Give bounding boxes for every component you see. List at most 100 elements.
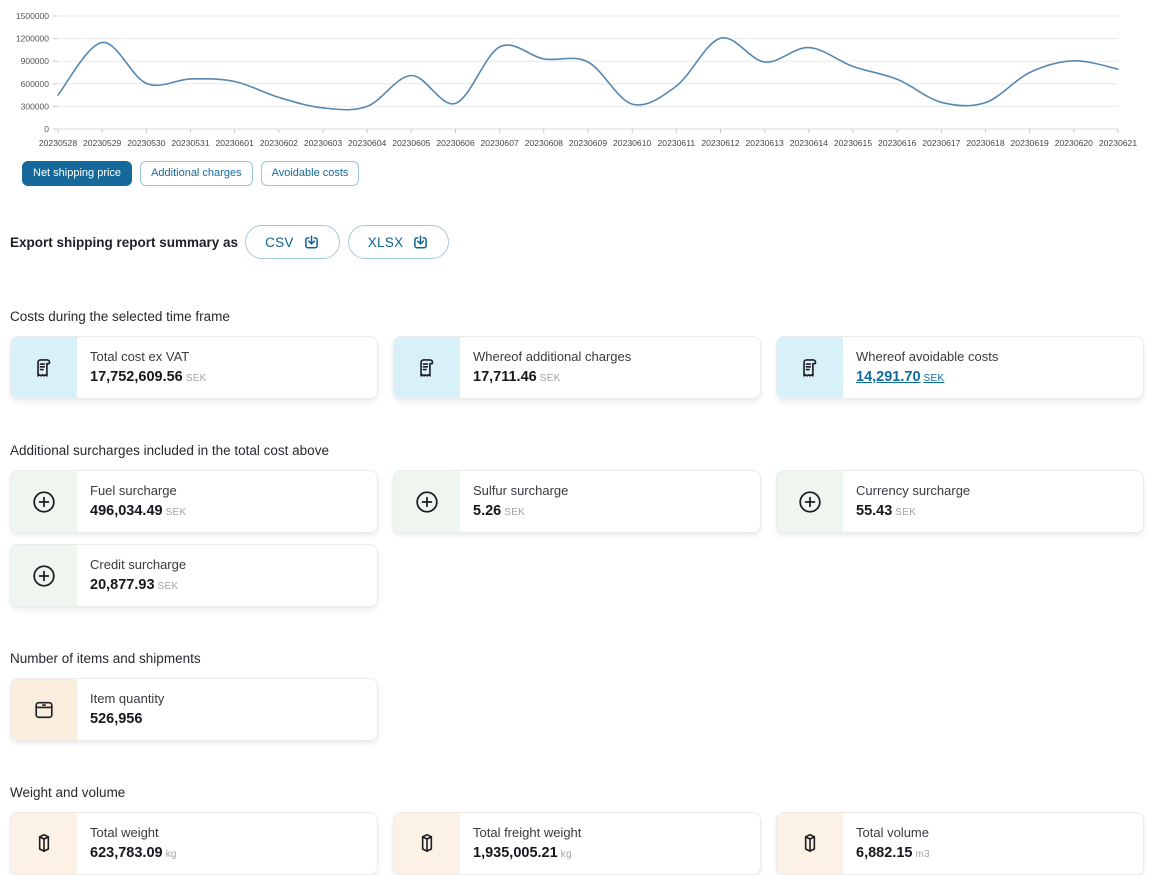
section-items: Number of items and shipments Item quant… xyxy=(10,651,1144,741)
card-value: 17,752,609.56SEK xyxy=(90,369,207,385)
receipt-icon xyxy=(11,337,77,398)
unit-label: SEK xyxy=(166,507,187,518)
card-title: Whereof additional charges xyxy=(473,349,631,364)
card-fuel-surcharge: Fuel surcharge 496,034.49SEK xyxy=(10,470,378,533)
svg-text:0: 0 xyxy=(44,124,49,134)
svg-text:20230530: 20230530 xyxy=(127,138,165,148)
svg-text:20230607: 20230607 xyxy=(481,138,519,148)
svg-text:20230531: 20230531 xyxy=(171,138,209,148)
export-csv-label: CSV xyxy=(265,235,294,250)
card-title: Credit surcharge xyxy=(90,557,186,572)
card-value: 6,882.15m3 xyxy=(856,845,930,861)
plus-circle-icon xyxy=(11,545,77,606)
unit-label: SEK xyxy=(158,581,179,592)
export-xlsx-label: XLSX xyxy=(368,235,404,250)
section-costs: Costs during the selected time frame Tot… xyxy=(10,309,1144,399)
card-sulfur-surcharge: Sulfur surcharge 5.26SEK xyxy=(393,470,761,533)
section-surcharges: Additional surcharges included in the to… xyxy=(10,443,1144,607)
svg-text:20230609: 20230609 xyxy=(569,138,607,148)
package-icon xyxy=(11,679,77,740)
unit-label: SEK xyxy=(924,373,945,384)
svg-text:900000: 900000 xyxy=(21,56,50,66)
card-currency-surcharge: Currency surcharge 55.43SEK xyxy=(776,470,1144,533)
svg-text:20230601: 20230601 xyxy=(216,138,254,148)
card-value: 623,783.09kg xyxy=(90,845,177,861)
svg-text:20230619: 20230619 xyxy=(1011,138,1049,148)
svg-text:20230610: 20230610 xyxy=(613,138,651,148)
card-avoidable-costs: Whereof avoidable costs 14,291.70SEK xyxy=(776,336,1144,399)
download-icon xyxy=(303,234,320,250)
section-weight: Weight and volume Total weight 623,783.0… xyxy=(10,785,1144,875)
card-value: 17,711.46SEK xyxy=(473,369,631,385)
export-csv-button[interactable]: CSV xyxy=(245,225,340,259)
avoidable-costs-link[interactable]: 14,291.70SEK xyxy=(856,369,944,385)
card-title: Total weight xyxy=(90,825,177,840)
svg-text:20230529: 20230529 xyxy=(83,138,121,148)
svg-text:20230608: 20230608 xyxy=(525,138,563,148)
card-additional-charges: Whereof additional charges 17,711.46SEK xyxy=(393,336,761,399)
receipt-icon xyxy=(777,337,843,398)
card-value: 1,935,005.21kg xyxy=(473,845,581,861)
export-label: Export shipping report summary as xyxy=(10,235,238,250)
section-items-heading: Number of items and shipments xyxy=(10,651,1144,666)
svg-text:20230602: 20230602 xyxy=(260,138,298,148)
svg-text:20230617: 20230617 xyxy=(922,138,960,148)
export-xlsx-button[interactable]: XLSX xyxy=(348,225,450,259)
chart-filter-chips: Net shipping price Additional charges Av… xyxy=(22,161,1153,186)
cube-icon xyxy=(394,813,460,874)
download-icon xyxy=(412,234,429,250)
svg-text:20230528: 20230528 xyxy=(39,138,77,148)
card-credit-surcharge: Credit surcharge 20,877.93SEK xyxy=(10,544,378,607)
section-costs-heading: Costs during the selected time frame xyxy=(10,309,1144,324)
card-title: Whereof avoidable costs xyxy=(856,349,998,364)
chip-avoidable-costs[interactable]: Avoidable costs xyxy=(261,161,360,186)
card-title: Fuel surcharge xyxy=(90,483,187,498)
svg-text:20230616: 20230616 xyxy=(878,138,916,148)
unit-label: SEK xyxy=(504,507,525,518)
svg-text:20230621: 20230621 xyxy=(1099,138,1137,148)
chip-net-shipping-price[interactable]: Net shipping price xyxy=(22,161,132,186)
svg-text:20230606: 20230606 xyxy=(436,138,474,148)
plus-circle-icon xyxy=(11,471,77,532)
svg-text:1200000: 1200000 xyxy=(16,34,49,44)
card-title: Item quantity xyxy=(90,691,164,706)
card-title: Total freight weight xyxy=(473,825,581,840)
svg-text:20230605: 20230605 xyxy=(392,138,430,148)
plus-circle-icon xyxy=(394,471,460,532)
export-row: Export shipping report summary as CSV XL… xyxy=(10,225,1153,259)
cube-icon xyxy=(11,813,77,874)
section-surcharges-heading: Additional surcharges included in the to… xyxy=(10,443,1144,458)
card-total-volume: Total volume 6,882.15m3 xyxy=(776,812,1144,875)
card-value: 5.26SEK xyxy=(473,503,568,519)
unit-label: SEK xyxy=(540,373,561,384)
card-value: 526,956 xyxy=(90,711,164,727)
svg-text:20230611: 20230611 xyxy=(658,138,696,148)
card-total-cost: Total cost ex VAT 17,752,609.56SEK xyxy=(10,336,378,399)
card-item-quantity: Item quantity 526,956 xyxy=(10,678,378,741)
chip-additional-charges[interactable]: Additional charges xyxy=(140,161,253,186)
card-total-freight-weight: Total freight weight 1,935,005.21kg xyxy=(393,812,761,875)
svg-text:20230613: 20230613 xyxy=(746,138,784,148)
svg-text:20230614: 20230614 xyxy=(790,138,828,148)
card-title: Sulfur surcharge xyxy=(473,483,568,498)
unit-label: m3 xyxy=(915,849,930,860)
cube-icon xyxy=(777,813,843,874)
card-value: 55.43SEK xyxy=(856,503,970,519)
receipt-icon xyxy=(394,337,460,398)
unit-label: kg xyxy=(166,849,177,860)
unit-label: kg xyxy=(561,849,572,860)
unit-label: SEK xyxy=(186,373,207,384)
svg-text:300000: 300000 xyxy=(21,101,50,111)
card-value: 496,034.49SEK xyxy=(90,503,187,519)
svg-text:600000: 600000 xyxy=(21,79,50,89)
svg-text:20230620: 20230620 xyxy=(1055,138,1093,148)
card-value: 20,877.93SEK xyxy=(90,577,186,593)
card-total-weight: Total weight 623,783.09kg xyxy=(10,812,378,875)
svg-text:20230612: 20230612 xyxy=(701,138,739,148)
svg-text:20230615: 20230615 xyxy=(834,138,872,148)
card-title: Total volume xyxy=(856,825,930,840)
card-title: Total cost ex VAT xyxy=(90,349,207,364)
unit-label: SEK xyxy=(895,507,916,518)
plus-circle-icon xyxy=(777,471,843,532)
svg-text:1500000: 1500000 xyxy=(16,11,49,21)
